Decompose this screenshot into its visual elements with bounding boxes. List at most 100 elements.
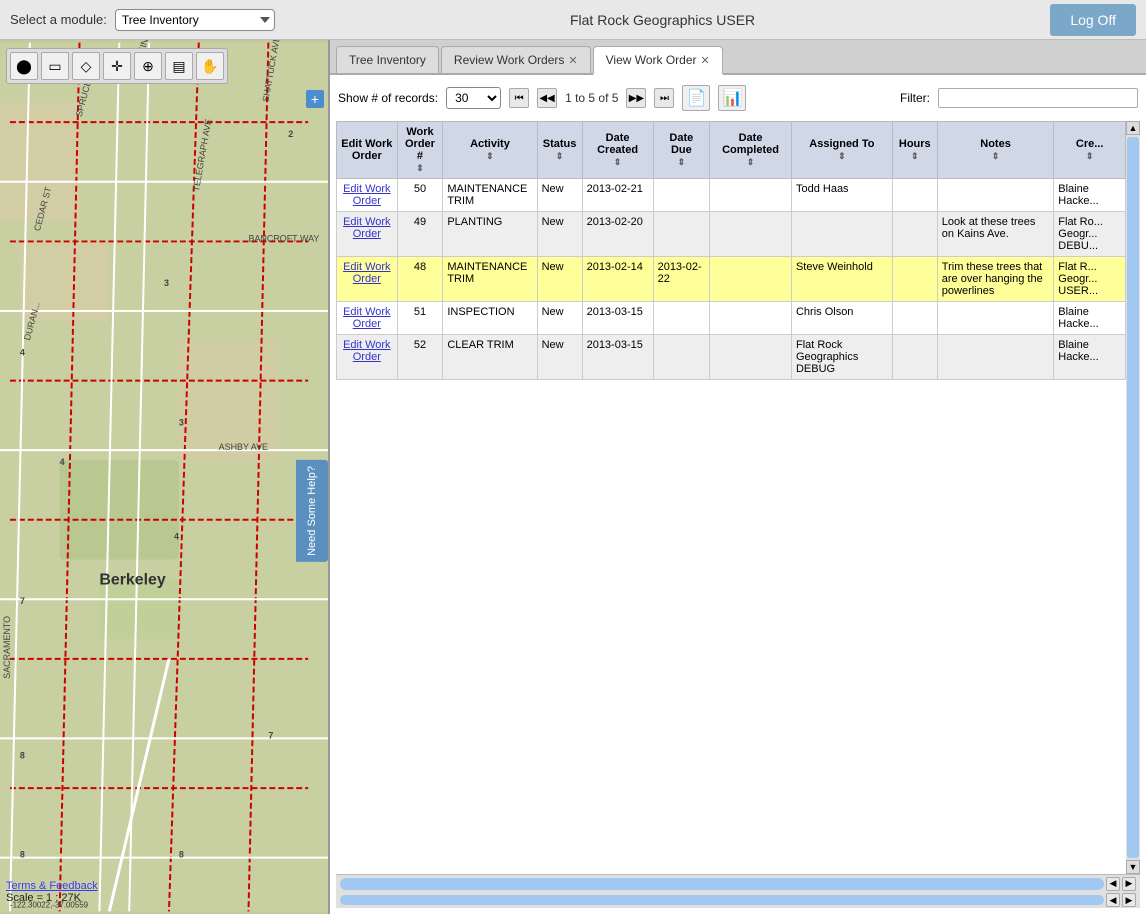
cell-hours	[892, 179, 937, 212]
cell-hours	[892, 257, 937, 302]
first-page-button[interactable]: ⏮	[509, 88, 529, 108]
scroll-thumb[interactable]	[1127, 137, 1139, 858]
col-header-activity[interactable]: Activity⇕	[443, 122, 537, 179]
cell-hours	[892, 302, 937, 335]
need-help-tab[interactable]: Need Some Help?	[296, 460, 328, 562]
next-page-button[interactable]: ▶▶	[626, 88, 646, 108]
scroll-up-arrow[interactable]: ▲	[1126, 121, 1140, 135]
edit-work-order-link[interactable]: Edit Work Order	[343, 261, 390, 285]
tab-tree-inventory[interactable]: Tree Inventory	[336, 46, 439, 73]
tab-review-work-orders[interactable]: Review Work Orders ✕	[441, 46, 591, 73]
table-row: Edit Work Order51INSPECTIONNew2013-03-15…	[337, 302, 1126, 335]
edit-work-order-link[interactable]: Edit Work Order	[343, 339, 390, 363]
filter-input[interactable]	[938, 88, 1138, 108]
page-info: 1 to 5 of 5	[565, 91, 618, 105]
hscroll-right[interactable]: ▶	[1122, 877, 1136, 891]
scroll-down-arrow[interactable]: ▼	[1126, 860, 1140, 874]
map-tool-move[interactable]: ✛	[103, 52, 131, 80]
svg-text:4: 4	[60, 457, 65, 467]
cell-activity: INSPECTION	[443, 302, 537, 335]
map-tool-polygon[interactable]: ◇	[72, 52, 100, 80]
col-header-wo[interactable]: Work Order #⇕	[397, 122, 443, 179]
header: Select a module: Tree Inventory Work Ord…	[0, 0, 1146, 40]
horizontal-scrollbar-1[interactable]: ◀ ▶	[336, 874, 1140, 892]
map-tool-pan[interactable]: ✋	[196, 52, 224, 80]
cell-created-by: Blaine Hacke...	[1054, 302, 1126, 335]
tabs-bar: Tree Inventory Review Work Orders ✕ View…	[330, 40, 1146, 75]
edit-work-order-link[interactable]: Edit Work Order	[343, 306, 390, 330]
map-zoom-plus[interactable]: +	[306, 90, 324, 108]
table-row: Edit Work Order49PLANTINGNew2013-02-20Lo…	[337, 212, 1126, 257]
cell-status: New	[537, 257, 582, 302]
col-header-hours[interactable]: Hours⇕	[892, 122, 937, 179]
tab-close-view[interactable]: ✕	[701, 54, 710, 67]
select-module-label: Select a module:	[10, 12, 107, 27]
svg-text:BANCROFT WAY: BANCROFT WAY	[248, 233, 319, 243]
module-select[interactable]: Tree Inventory Work Orders Inspections	[115, 9, 275, 31]
svg-text:7: 7	[268, 730, 273, 740]
cell-date-created: 2013-02-20	[582, 212, 653, 257]
hscroll-left[interactable]: ◀	[1106, 877, 1120, 891]
col-header-date-created[interactable]: Date Created⇕	[582, 122, 653, 179]
cell-assigned-to	[791, 212, 892, 257]
col-header-date-due[interactable]: Date Due⇕	[653, 122, 710, 179]
header-left: Select a module: Tree Inventory Work Ord…	[10, 9, 275, 31]
table-body: Edit Work Order50MAINTENANCE TRIMNew2013…	[337, 179, 1126, 380]
svg-text:7: 7	[20, 596, 25, 606]
controls-bar: Show # of records: 30 50 100 ⏮ ◀◀ 1 to 5…	[336, 81, 1140, 115]
col-header-assigned-to[interactable]: Assigned To⇕	[791, 122, 892, 179]
map-tool-select[interactable]: ⊕	[134, 52, 162, 80]
svg-text:4: 4	[20, 348, 25, 358]
map-tool-square[interactable]: ▭	[41, 52, 69, 80]
table-scroll-container[interactable]: Edit Work Order Work Order #⇕ Activity⇕ …	[336, 121, 1126, 874]
edit-work-order-link[interactable]: Edit Work Order	[343, 216, 390, 240]
svg-text:8: 8	[20, 850, 25, 860]
cell-date-due	[653, 212, 710, 257]
map-content: ⬤ ▭ ◇ ✛ ⊕ ▤ ✋ +	[0, 40, 328, 914]
hscroll2-left[interactable]: ◀	[1106, 893, 1120, 907]
cell-notes	[937, 335, 1054, 380]
col-header-notes[interactable]: Notes⇕	[937, 122, 1054, 179]
table-row: Edit Work Order48MAINTENANCE TRIMNew2013…	[337, 257, 1126, 302]
cell-status: New	[537, 302, 582, 335]
map-tool-circle[interactable]: ⬤	[10, 52, 38, 80]
tab-close-review[interactable]: ✕	[568, 54, 577, 67]
col-header-created-by[interactable]: Cre...⇕	[1054, 122, 1126, 179]
hscroll-track[interactable]	[340, 878, 1104, 890]
cell-created-by: Blaine Hacke...	[1054, 335, 1126, 380]
tab-view-work-order[interactable]: View Work Order ✕	[593, 46, 723, 75]
terms-feedback-link[interactable]: Terms & Feedback	[6, 880, 98, 892]
hscroll-track-2[interactable]	[340, 895, 1104, 905]
edit-work-order-cell: Edit Work Order	[337, 302, 398, 335]
excel-export-button[interactable]: 📊	[718, 85, 746, 111]
vertical-scrollbar[interactable]: ▲ ▼	[1126, 121, 1140, 874]
cell-notes: Look at these trees on Kains Ave.	[937, 212, 1054, 257]
map-toolbar: ⬤ ▭ ◇ ✛ ⊕ ▤ ✋	[6, 48, 228, 84]
prev-page-button[interactable]: ◀◀	[537, 88, 557, 108]
svg-text:4: 4	[174, 532, 179, 542]
cell-status: New	[537, 179, 582, 212]
cell-date-created: 2013-02-21	[582, 179, 653, 212]
filter-label: Filter:	[900, 91, 930, 105]
cell-assigned-to: Chris Olson	[791, 302, 892, 335]
horizontal-scrollbar-2[interactable]: ◀ ▶	[336, 892, 1140, 908]
user-label: Flat Rock Geographics USER	[570, 12, 755, 28]
hscroll2-right[interactable]: ▶	[1122, 893, 1136, 907]
svg-text:2: 2	[288, 129, 293, 139]
main-layout: ⬤ ▭ ◇ ✛ ⊕ ▤ ✋ +	[0, 40, 1146, 914]
col-header-status[interactable]: Status⇕	[537, 122, 582, 179]
cell-status: New	[537, 212, 582, 257]
pdf-export-button[interactable]: 📄	[682, 85, 710, 111]
records-per-page-select[interactable]: 30 50 100	[446, 87, 501, 109]
svg-text:SACRAMENTO: SACRAMENTO	[2, 616, 12, 679]
cell-date-completed	[710, 335, 792, 380]
last-page-button[interactable]: ⏭	[654, 88, 674, 108]
cell-created-by: Flat R... Geogr... USER...	[1054, 257, 1126, 302]
map-panel: ⬤ ▭ ◇ ✛ ⊕ ▤ ✋ +	[0, 40, 330, 914]
log-off-button[interactable]: Log Off	[1050, 4, 1136, 36]
table-row: Edit Work Order50MAINTENANCE TRIMNew2013…	[337, 179, 1126, 212]
cell-hours	[892, 335, 937, 380]
edit-work-order-link[interactable]: Edit Work Order	[343, 183, 390, 207]
map-tool-layers[interactable]: ▤	[165, 52, 193, 80]
col-header-date-completed[interactable]: Date Completed⇕	[710, 122, 792, 179]
